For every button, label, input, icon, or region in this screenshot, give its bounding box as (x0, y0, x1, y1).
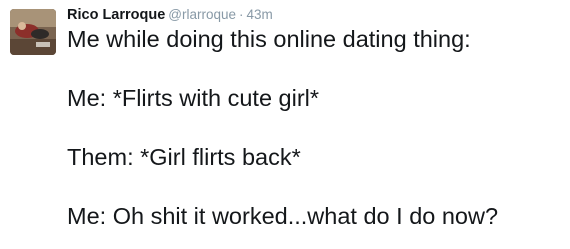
tweet-header: Rico Larroque @rlarroque · 43m (67, 6, 273, 24)
avatar[interactable] (10, 9, 56, 55)
tweet-line-3: Them: *Girl flirts back* (67, 144, 301, 170)
author-name[interactable]: Rico Larroque (67, 7, 165, 23)
tweet-line-4: Me: Oh shit it worked...what do I do now… (67, 203, 499, 229)
author-handle[interactable]: @rlarroque (168, 7, 236, 22)
separator-dot: · (239, 7, 244, 22)
tweet-text: Me while doing this online dating thing:… (67, 26, 567, 230)
tweet-line-2: Me: *Flirts with cute girl* (67, 85, 320, 111)
tweet-timestamp[interactable]: 43m (247, 7, 273, 22)
profile-photo-icon (10, 9, 56, 55)
tweet: Rico Larroque @rlarroque · 43m Me while doi… (0, 0, 570, 249)
tweet-line-1: Me while doing this online dating thing: (67, 26, 471, 52)
